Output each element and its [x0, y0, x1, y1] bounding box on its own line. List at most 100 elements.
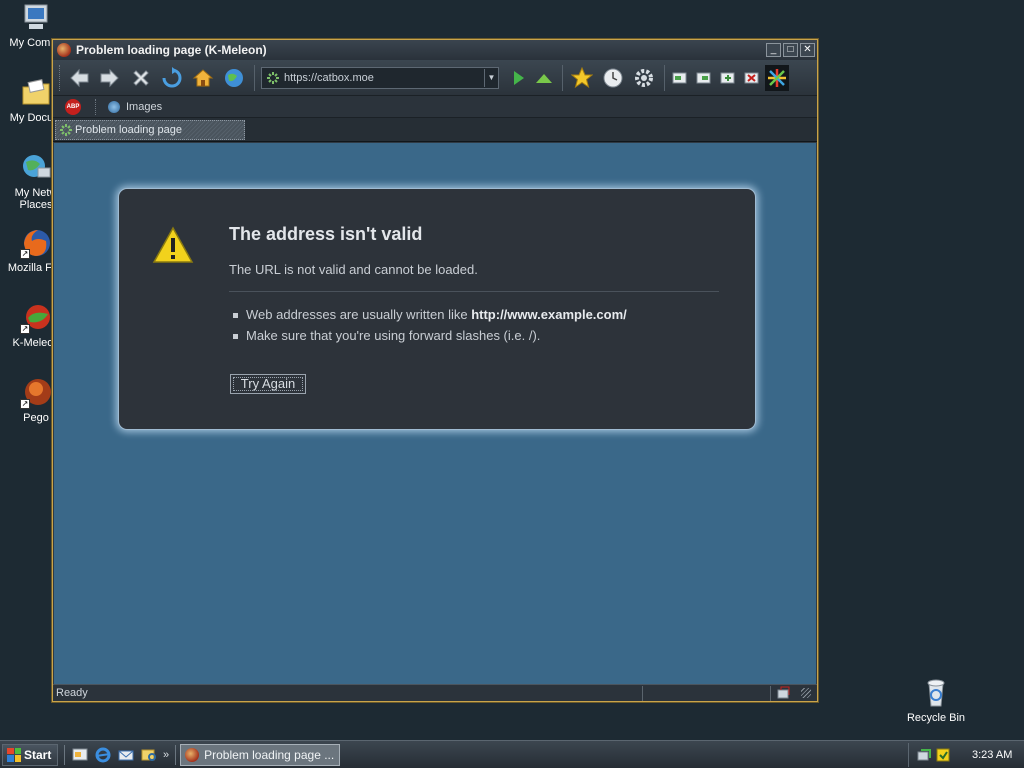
- list-item: Web addresses are usually written like h…: [229, 307, 627, 322]
- close-button[interactable]: ✕: [800, 43, 815, 57]
- quicklaunch-desktop[interactable]: [71, 746, 89, 764]
- update-tray-icon[interactable]: [936, 747, 950, 763]
- status-pane: [643, 685, 771, 701]
- network-icon: [20, 152, 52, 184]
- bookmarks-button[interactable]: [569, 65, 595, 91]
- folder-icon: [20, 77, 52, 109]
- history-button[interactable]: [600, 65, 626, 91]
- layer-next-button[interactable]: [695, 65, 713, 91]
- stop-button[interactable]: [128, 65, 154, 91]
- clock[interactable]: 3:23 AM: [972, 749, 1012, 761]
- close-layer-button[interactable]: [743, 65, 761, 91]
- bookmarks-toolbar: ABP Images: [53, 96, 817, 118]
- clock-icon: [603, 68, 623, 87]
- kmeleon-task-icon: [185, 747, 200, 762]
- browser-window: Problem loading page (K-Meleon) _ □ ✕ ht…: [52, 39, 818, 702]
- toolbar-separator: [562, 64, 563, 91]
- internet-explorer-icon: [95, 747, 111, 762]
- reload-button[interactable]: [159, 65, 185, 91]
- url-bar[interactable]: https://catbox.moe ▼: [261, 66, 499, 89]
- home-icon: [192, 68, 214, 86]
- tab-problem-loading-page[interactable]: Problem loading page: [55, 120, 245, 140]
- quicklaunch-ie[interactable]: [94, 746, 112, 764]
- focus-ring: [233, 377, 303, 391]
- forward-button[interactable]: [97, 65, 123, 91]
- title-bar[interactable]: Problem loading page (K-Meleon) _ □ ✕: [53, 40, 817, 60]
- example-url: http://www.example.com/: [471, 307, 627, 322]
- images-icon: [108, 100, 120, 113]
- up-button[interactable]: [533, 65, 555, 91]
- error-description: The URL is not valid and cannot be loade…: [229, 262, 478, 277]
- taskbar: Start » Problem loading page ... 3:23 AM: [0, 740, 1024, 768]
- outlook-express-icon: [118, 750, 134, 760]
- adblock-icon[interactable]: ABP: [65, 98, 81, 115]
- page-content: The address isn't valid The URL is not v…: [54, 143, 816, 684]
- globe-button[interactable]: [221, 65, 247, 91]
- kmeleon-logo-icon: [768, 68, 786, 87]
- tab-label: Problem loading page: [75, 124, 183, 136]
- maximize-button[interactable]: □: [783, 43, 798, 57]
- show-desktop-icon: [72, 748, 88, 760]
- start-label: Start: [24, 747, 52, 762]
- desktop-icon-recycle-bin[interactable]: Recycle Bin: [900, 677, 972, 724]
- url-dropdown-button[interactable]: ▼: [484, 68, 498, 87]
- minimize-button[interactable]: _: [766, 43, 781, 57]
- computer-icon: [20, 2, 52, 34]
- windows-flag-icon: [7, 747, 21, 762]
- go-button[interactable]: [509, 65, 529, 91]
- pego-icon: ↗: [20, 377, 52, 409]
- quicklaunch-more-button[interactable]: »: [163, 749, 169, 761]
- toolbar-separator: [254, 64, 255, 91]
- reload-icon: [162, 66, 182, 87]
- new-layer-button[interactable]: [719, 65, 737, 91]
- list-item: Make sure that you're using forward slas…: [229, 328, 627, 343]
- layer-prev-button[interactable]: [671, 65, 689, 91]
- shortcut-arrow-icon: ↗: [20, 324, 30, 334]
- navigation-toolbar: https://catbox.moe ▼: [53, 60, 817, 96]
- loading-spinner-icon: [267, 71, 279, 84]
- forward-arrow-icon: [100, 68, 119, 87]
- home-button[interactable]: [190, 65, 216, 91]
- bullet: [233, 334, 238, 339]
- search-explorer-icon: [141, 749, 156, 761]
- system-tray: 3:23 AM: [908, 743, 1024, 767]
- network-tray-icon[interactable]: [917, 747, 933, 763]
- bookmark-label: Images: [126, 100, 163, 113]
- warning-icon: [152, 226, 194, 267]
- toolbar-grip[interactable]: [59, 64, 62, 91]
- gear-icon: [635, 68, 653, 87]
- close-window-icon: [744, 72, 759, 83]
- suggestion-text: Web addresses are usually written like: [246, 307, 472, 322]
- toolbar-separator: [664, 64, 665, 91]
- stop-x-icon: [133, 69, 149, 86]
- try-again-button[interactable]: Try Again: [230, 374, 306, 394]
- window-controls: _ □ ✕: [766, 43, 815, 57]
- shortcut-arrow-icon: ↗: [20, 399, 30, 409]
- desktop-icon-label: Recycle Bin: [906, 712, 966, 724]
- window-next-icon: [696, 72, 711, 83]
- url-input[interactable]: https://catbox.moe: [280, 72, 484, 84]
- back-button[interactable]: [66, 65, 92, 91]
- firefox-icon: ↗: [20, 227, 52, 259]
- toolbar-grip[interactable]: [95, 98, 98, 115]
- quicklaunch-explorer[interactable]: [140, 746, 158, 764]
- resize-grip-icon[interactable]: [801, 688, 811, 698]
- kmeleon-app-icon: [57, 43, 71, 57]
- task-label: Problem loading page ...: [204, 747, 335, 762]
- quicklaunch-outlook[interactable]: [117, 746, 135, 764]
- tab-bar: Problem loading page: [53, 118, 817, 142]
- kmeleon-throbber: [765, 64, 789, 91]
- bookmark-images[interactable]: Images: [108, 100, 163, 113]
- bullet: [233, 313, 238, 318]
- suggestion-text: Make sure that you're using forward slas…: [246, 328, 541, 343]
- back-arrow-icon: [70, 68, 89, 87]
- taskbar-item-kmeleon[interactable]: Problem loading page ...: [180, 743, 341, 766]
- status-icon: [777, 686, 793, 701]
- settings-button[interactable]: [631, 65, 657, 91]
- recycle-bin-icon: [920, 677, 952, 709]
- suggestion-list: Web addresses are usually written like h…: [229, 307, 627, 349]
- divider: [229, 291, 719, 292]
- start-button[interactable]: Start: [2, 743, 58, 766]
- error-title: The address isn't valid: [229, 224, 423, 244]
- star-icon: [571, 66, 593, 88]
